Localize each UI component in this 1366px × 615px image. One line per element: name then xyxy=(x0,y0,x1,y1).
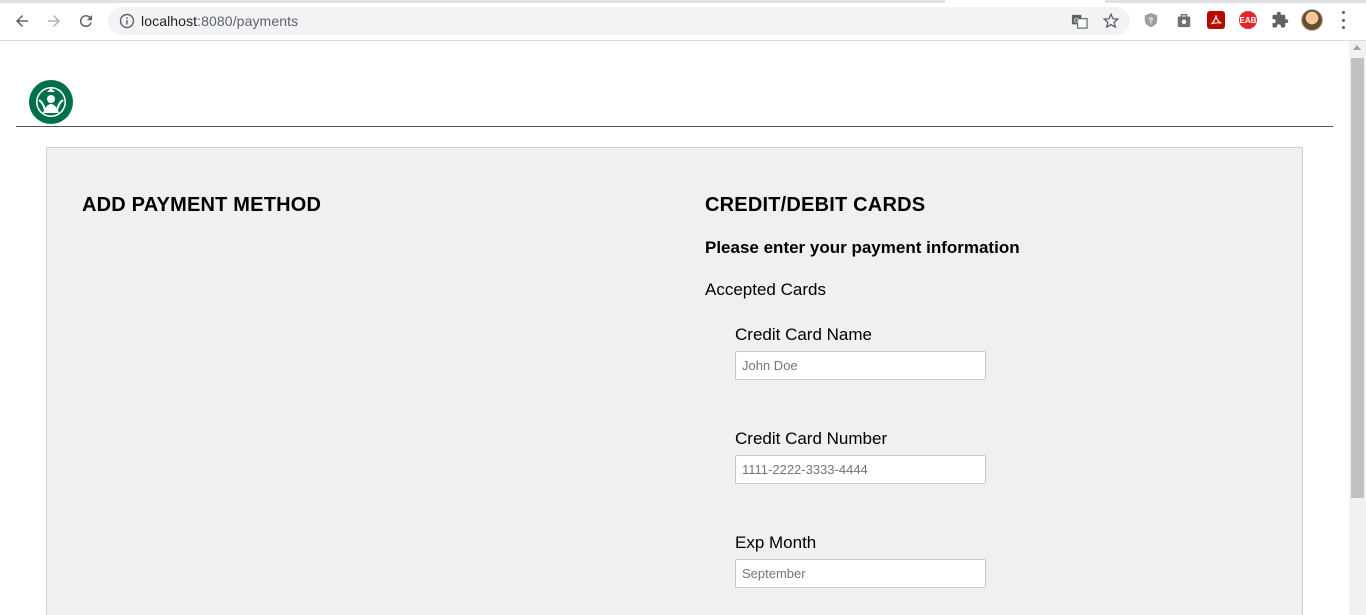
card-name-label: Credit Card Name xyxy=(735,325,872,344)
card-name-input[interactable] xyxy=(735,351,986,380)
browser-toolbar: localhost:8080/payments G ? EAB xyxy=(0,0,1366,41)
page-scrollbar[interactable] xyxy=(1349,41,1366,615)
url-host: localhost xyxy=(141,13,198,29)
scroll-up-arrow-icon[interactable] xyxy=(1353,45,1361,50)
bag-extension-icon[interactable] xyxy=(1175,11,1193,29)
url-text[interactable]: localhost:8080/payments xyxy=(141,13,298,29)
card-number-field: Credit Card Number xyxy=(735,429,995,484)
credit-debit-cards-heading: CREDIT/DEBIT CARDS xyxy=(705,194,926,216)
starbucks-logo[interactable] xyxy=(29,80,73,124)
svg-text:G: G xyxy=(1073,17,1078,24)
puzzle-extensions-icon[interactable] xyxy=(1271,11,1289,29)
card-number-label: Credit Card Number xyxy=(735,429,888,448)
reload-icon[interactable] xyxy=(75,10,97,32)
url-path: :8080/payments xyxy=(197,13,299,29)
eab-extension-icon[interactable]: EAB xyxy=(1239,11,1257,29)
card-form-column: CREDIT/DEBIT CARDS Please enter your pay… xyxy=(705,194,1265,300)
svg-text:?: ? xyxy=(1148,17,1153,26)
info-icon[interactable] xyxy=(119,13,135,29)
card-number-input[interactable] xyxy=(735,455,986,484)
pdf-extension-icon[interactable] xyxy=(1207,11,1225,29)
payment-panel: ADD PAYMENT METHOD CREDIT/DEBIT CARDS Pl… xyxy=(46,147,1303,615)
active-tab-indicator[interactable] xyxy=(945,0,1105,3)
forward-arrow-icon[interactable] xyxy=(43,10,65,32)
exp-month-field: Exp Month xyxy=(735,533,995,588)
exp-month-label: Exp Month xyxy=(735,533,817,552)
accepted-cards-label: Accepted Cards xyxy=(705,280,826,299)
tab-strip xyxy=(0,0,1366,3)
more-menu-icon[interactable] xyxy=(1336,11,1350,29)
translate-icon[interactable]: G xyxy=(1070,12,1088,30)
add-payment-method-heading: ADD PAYMENT METHOD xyxy=(82,194,322,216)
profile-avatar[interactable] xyxy=(1301,9,1323,31)
star-icon[interactable] xyxy=(1102,12,1120,30)
exp-month-input[interactable] xyxy=(735,559,986,588)
scrollbar-thumb[interactable] xyxy=(1351,58,1364,498)
payment-info-subtitle: Please enter your payment information xyxy=(705,238,1020,257)
shield-extension-icon[interactable]: ? xyxy=(1142,11,1160,29)
address-bar[interactable]: localhost:8080/payments G xyxy=(108,7,1130,35)
back-arrow-icon[interactable] xyxy=(11,10,33,32)
header-divider xyxy=(16,126,1333,127)
card-name-field: Credit Card Name xyxy=(735,325,995,380)
